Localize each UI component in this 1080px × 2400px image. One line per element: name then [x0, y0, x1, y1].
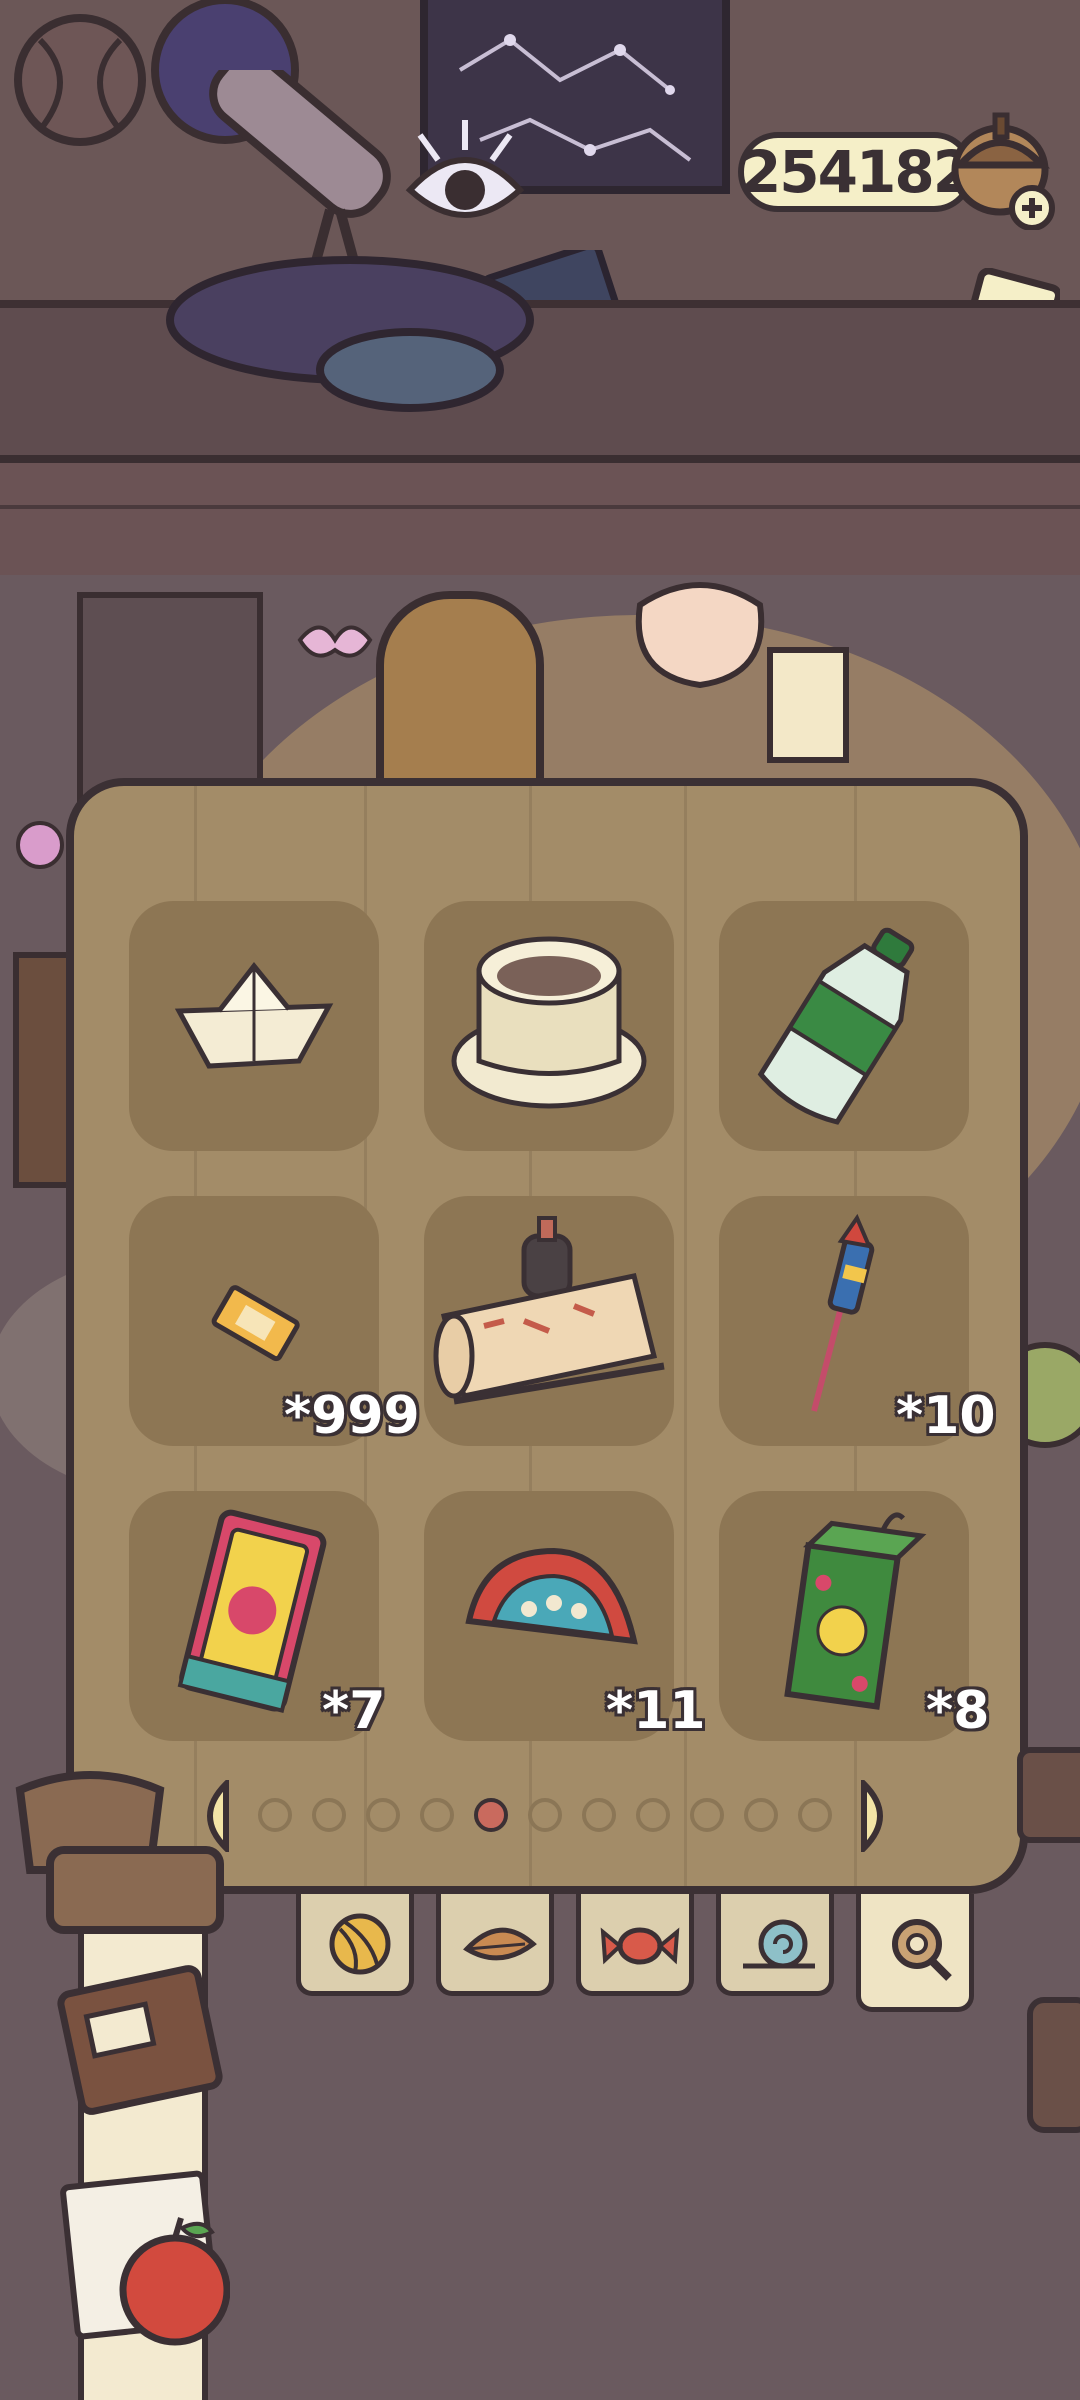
beam-line	[0, 505, 1080, 509]
page-dot[interactable]	[258, 1798, 292, 1832]
search-tab-icon	[892, 1919, 952, 1981]
tab-candy[interactable]	[576, 1894, 694, 1996]
item-quantity: *8	[926, 1681, 990, 1741]
page-dot[interactable]	[420, 1798, 454, 1832]
next-page-arrow-icon[interactable]	[860, 1780, 900, 1852]
coin-counter: 254182	[738, 132, 974, 212]
basket-decoration	[15, 1771, 230, 2346]
candy-tab-icon	[600, 1927, 680, 1965]
snail-tab-icon	[743, 1919, 815, 1969]
soda-bottle-icon	[757, 927, 915, 1125]
tab-leaf[interactable]	[436, 1894, 554, 1996]
item-quantity: *10	[896, 1386, 996, 1446]
yarn-tab-icon	[329, 1913, 391, 1975]
inventory-slot[interactable]	[129, 901, 379, 1151]
inventory-slot[interactable]	[424, 1196, 674, 1446]
tab-search[interactable]	[856, 1894, 974, 2012]
item-quantity: *999	[284, 1386, 420, 1446]
tab-snail[interactable]	[716, 1894, 834, 1996]
page-dot[interactable]	[690, 1798, 724, 1832]
rug-decoration	[166, 256, 534, 412]
leaf-tab-icon	[463, 1927, 537, 1961]
right-edge-decoration	[1017, 1747, 1080, 2133]
page-dot[interactable]	[636, 1798, 670, 1832]
inventory-slot[interactable]	[719, 901, 969, 1151]
page-dot-active[interactable]	[474, 1798, 508, 1832]
page-dot[interactable]	[312, 1798, 346, 1832]
item-quantity: *7	[322, 1681, 386, 1741]
page-dot[interactable]	[528, 1798, 562, 1832]
inventory-slot[interactable]	[424, 901, 674, 1151]
page-dot[interactable]	[744, 1798, 778, 1832]
acorn-add-icon[interactable]	[950, 110, 1060, 230]
page-dot[interactable]	[582, 1798, 616, 1832]
paper-boat-icon	[174, 961, 334, 1069]
tab-yarn[interactable]	[296, 1894, 414, 1996]
teacup-icon	[451, 936, 647, 1109]
page-dot[interactable]	[366, 1798, 400, 1832]
page-dot[interactable]	[798, 1798, 832, 1832]
eye-view-icon[interactable]	[400, 110, 530, 230]
item-quantity: *11	[606, 1681, 706, 1741]
craft-kit-icon	[433, 1216, 665, 1405]
wood-beam	[0, 455, 1080, 591]
inventory-panel: *999 *10 *7 *11 *8	[66, 778, 1028, 1894]
